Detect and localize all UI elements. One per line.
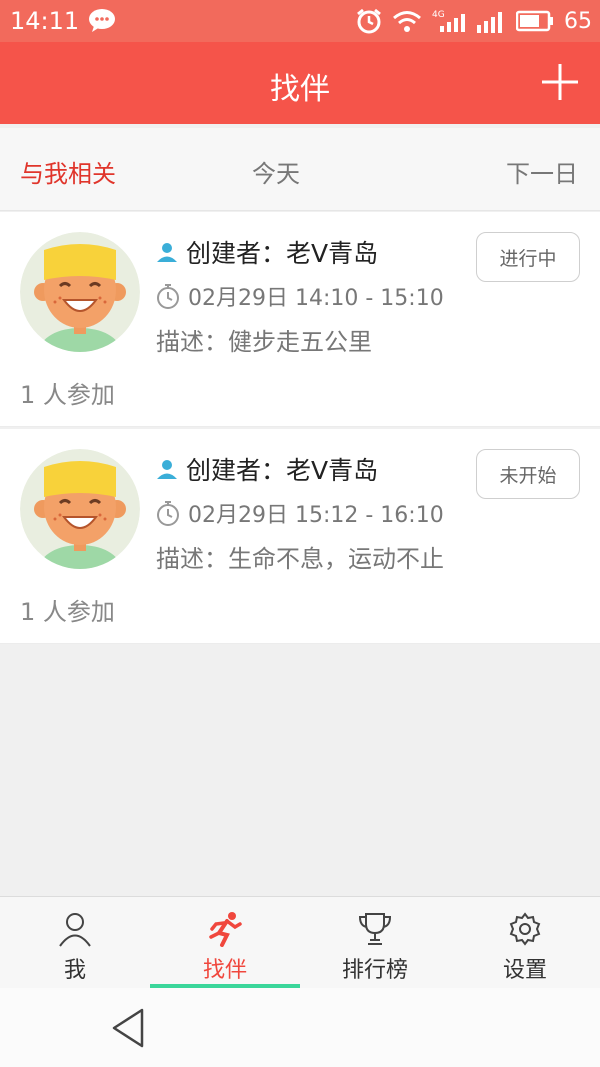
stopwatch-icon	[157, 284, 179, 309]
creator-row: 创建者：老V青岛	[156, 234, 378, 270]
status-bar: 14:11 4G 65	[0, 0, 600, 42]
activity-description: 描述：生命不息，运动不止	[156, 545, 444, 573]
filter-today-label: 今天	[252, 160, 300, 188]
tab-find-partner[interactable]: 找伴	[150, 897, 300, 989]
person-icon	[157, 243, 177, 262]
back-icon[interactable]	[108, 1006, 152, 1050]
tab-label: 排行榜	[341, 958, 408, 983]
creator-name: 创建者：老V青岛	[186, 239, 379, 268]
next-day-button[interactable]: 下一日	[506, 154, 578, 189]
activity-card[interactable]: 创建者：老V青岛 02月29日 14:10 - 15:10 描述：健步走五公里 …	[0, 212, 600, 427]
date-filter-bar: 与我相关 今天 下一日	[0, 128, 600, 211]
alarm-icon	[357, 8, 381, 34]
chat-icon	[89, 9, 115, 32]
signal-icon	[477, 12, 502, 33]
plus-icon[interactable]	[540, 62, 580, 102]
filter-related-tab[interactable]: 与我相关	[20, 154, 116, 189]
page-title: 找伴	[270, 72, 330, 107]
bottom-tab-bar: 我 找伴 排行榜 设置	[0, 896, 600, 989]
person-icon	[157, 460, 177, 479]
stopwatch-icon	[157, 501, 179, 526]
network-type: 4G	[432, 10, 445, 20]
tab-settings[interactable]: 设置	[450, 897, 600, 989]
status-badge[interactable]: 进行中	[476, 232, 580, 282]
tab-label: 我	[63, 958, 86, 983]
status-badge[interactable]: 未开始	[476, 449, 580, 499]
creator-row: 创建者：老V青岛	[156, 451, 378, 487]
time-row: 02月29日 15:12 - 16:10	[156, 497, 444, 529]
battery-icon	[516, 10, 553, 32]
time-row: 02月29日 14:10 - 15:10	[156, 280, 444, 312]
app-bar: 找伴	[0, 42, 600, 124]
participant-count: 1 人参加	[20, 381, 115, 409]
wifi-icon	[393, 11, 421, 32]
status-icons: 4G 65	[356, 6, 592, 36]
activity-card[interactable]: 创建者：老V青岛 02月29日 15:12 - 16:10 描述：生命不息，运动…	[0, 429, 600, 644]
activity-time: 02月29日 14:10 - 15:10	[188, 286, 444, 311]
battery-level: 65	[564, 8, 592, 34]
tab-me[interactable]: 我	[0, 897, 150, 989]
trophy-icon	[358, 913, 392, 945]
avatar	[20, 449, 140, 569]
gear-icon	[509, 912, 541, 946]
avatar	[20, 232, 140, 352]
runner-icon	[209, 912, 242, 947]
tab-label: 找伴	[202, 958, 247, 983]
activity-time: 02月29日 15:12 - 16:10	[188, 503, 444, 528]
status-time: 14:11	[10, 7, 80, 35]
activity-description: 描述：健步走五公里	[156, 328, 372, 356]
tab-label: 设置	[502, 958, 547, 983]
participant-count: 1 人参加	[20, 598, 115, 626]
creator-name: 创建者：老V青岛	[186, 456, 379, 485]
system-nav-bar	[0, 988, 600, 1067]
tab-leaderboard[interactable]: 排行榜	[300, 897, 450, 989]
person-icon	[59, 913, 91, 947]
cellular-4g-icon: 4G	[432, 10, 465, 32]
